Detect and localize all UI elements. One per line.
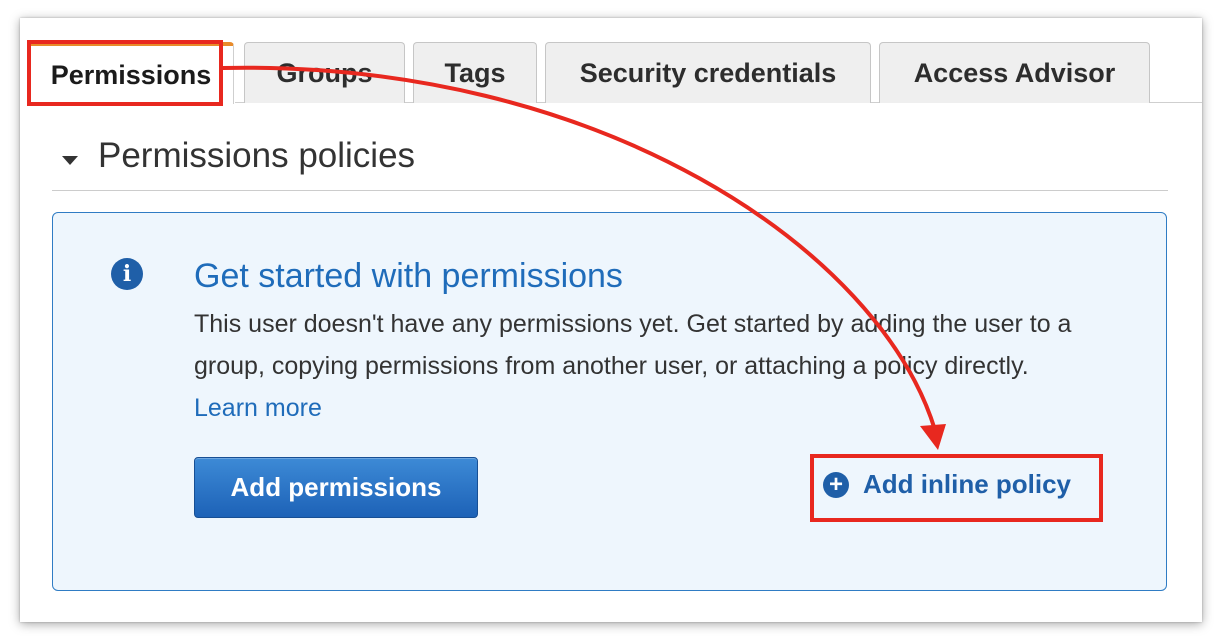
tab-security-credentials[interactable]: Security credentials (545, 42, 871, 103)
tab-groups[interactable]: Groups (244, 42, 405, 103)
alert-title: Get started with permissions (194, 257, 623, 295)
info-icon: i (111, 258, 143, 290)
annotation-box-inline-policy (810, 454, 1103, 522)
section-title: Permissions policies (98, 136, 416, 175)
alert-body-text: This user doesn't have any permissions y… (194, 310, 1072, 380)
tab-label: Security credentials (579, 57, 837, 88)
add-permissions-button[interactable]: Add permissions (194, 457, 478, 518)
tab-access-advisor[interactable]: Access Advisor (879, 42, 1150, 103)
iam-user-panel: Permissions Groups Tags Security credent… (20, 18, 1202, 622)
alert-body: This user doesn't have any permissions y… (194, 303, 1094, 429)
learn-more-link[interactable]: Learn more (194, 394, 322, 422)
tab-label: Tags (444, 57, 506, 88)
annotation-box-permissions-tab (27, 40, 223, 106)
tab-label: Access Advisor (913, 57, 1116, 88)
permissions-policies-header: Permissions policies (52, 130, 1168, 191)
tab-tags[interactable]: Tags (413, 42, 537, 103)
tab-label: Groups (276, 57, 373, 88)
caret-down-icon[interactable] (62, 156, 78, 165)
get-started-alert: i Get started with permissions This user… (52, 212, 1167, 591)
